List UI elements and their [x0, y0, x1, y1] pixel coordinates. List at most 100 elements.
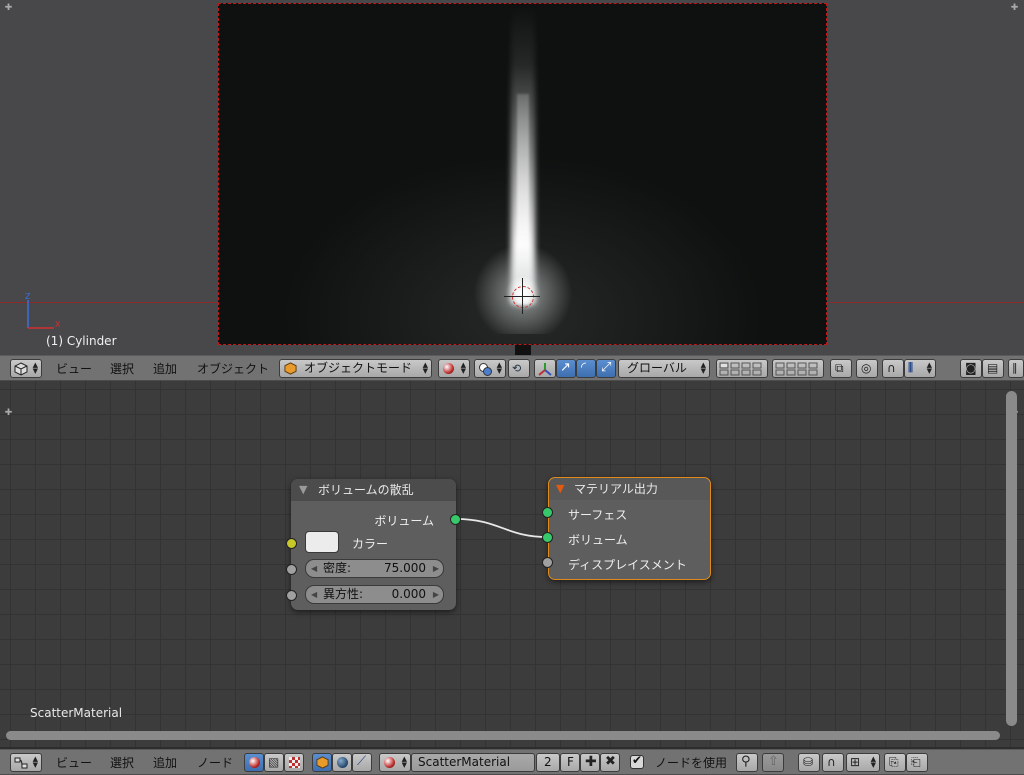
- updown-icon: ▲ ▼: [700, 361, 706, 375]
- pin-button[interactable]: ⚲: [736, 753, 758, 772]
- density-value: 75.000: [384, 561, 426, 575]
- object-cube-icon: [316, 756, 329, 769]
- lock-camera-layers-button[interactable]: ⧉: [830, 359, 852, 378]
- input-socket-color[interactable]: [286, 538, 297, 549]
- menu-select[interactable]: 選択: [110, 360, 134, 377]
- node-header[interactable]: ▼ マテリアル出力: [549, 478, 710, 500]
- mode-select[interactable]: オブジェクトモード ▲ ▼: [279, 359, 432, 378]
- editor-type-button[interactable]: ▲ ▼: [10, 753, 42, 772]
- material-output-node[interactable]: ▼ マテリアル出力 サーフェス ボリューム ディスプレイスメント: [548, 477, 711, 580]
- shading-select[interactable]: ▲ ▼: [438, 359, 470, 378]
- input-socket-volume[interactable]: [542, 532, 553, 543]
- orientation-label: グローバル: [627, 361, 687, 375]
- camera-icon: ◙: [965, 361, 977, 375]
- copy-icon: ⎘: [889, 755, 899, 769]
- arrow-right-icon[interactable]: ▶: [433, 560, 439, 577]
- use-nodes-checkbox[interactable]: ✔: [630, 753, 644, 769]
- density-label: 密度:: [323, 561, 352, 575]
- density-field[interactable]: ◀ 密度: 75.000 ▶: [305, 559, 444, 578]
- menu-add[interactable]: 追加: [153, 360, 177, 377]
- texture-nodes-button[interactable]: [284, 753, 304, 772]
- scale-button[interactable]: ⤢: [596, 359, 616, 378]
- output-socket-volume[interactable]: [450, 514, 461, 525]
- manipulator-toggle[interactable]: ⟲: [508, 359, 530, 378]
- 3d-viewport[interactable]: ✚ ✚ Z X (1) Cylinder: [0, 0, 1024, 355]
- backdrop-button[interactable]: ⛁: [798, 753, 820, 772]
- axis-gizmo-icon: Z X: [25, 292, 61, 329]
- manipulator-icon: ⟲: [512, 362, 522, 375]
- vertical-scrollbar[interactable]: [1006, 391, 1017, 726]
- snap-element-select[interactable]: ⫼ ▲ ▼: [904, 359, 936, 378]
- compositing-nodes-button[interactable]: ▧: [264, 753, 284, 772]
- material-users-button[interactable]: 2: [536, 753, 560, 772]
- material-name-field[interactable]: ScatterMaterial: [411, 753, 535, 772]
- translate-button[interactable]: ↗: [556, 359, 576, 378]
- updown-icon: ▲ ▼: [401, 755, 407, 769]
- rotate-button[interactable]: ◜: [576, 359, 596, 378]
- checkmark-icon: ✔: [632, 753, 643, 767]
- linestyle-shader-button[interactable]: ⟋: [352, 753, 372, 772]
- node-editor[interactable]: ✚ ✚ ▼ ボリュームの散乱 ボリューム カラー ◀ 密度: 75.000 ▶ …: [0, 381, 1024, 747]
- updown-icon: ▲ ▼: [460, 361, 466, 375]
- snap-element-select[interactable]: ⊞ ▲ ▼: [846, 753, 880, 772]
- node-tree-icon: [14, 757, 28, 769]
- opengl-anim-button[interactable]: ▤: [982, 359, 1004, 378]
- input-socket-displacement[interactable]: [542, 557, 553, 568]
- snap-toggle[interactable]: ∩: [822, 753, 844, 772]
- menu-view[interactable]: ビュー: [56, 360, 92, 377]
- transform-translate-button[interactable]: [534, 359, 556, 378]
- layers-block-2[interactable]: [772, 359, 824, 378]
- collapse-icon[interactable]: ▼: [556, 478, 564, 500]
- node-header[interactable]: ▼ ボリュームの散乱: [291, 479, 456, 501]
- arrow-right-icon[interactable]: ▶: [433, 586, 439, 603]
- backdrop-icon: ⛁: [803, 755, 814, 769]
- rotate-icon: ◜: [581, 360, 587, 375]
- new-material-button[interactable]: ✚: [580, 753, 600, 772]
- snap-toggle[interactable]: ∩: [882, 359, 904, 378]
- shader-nodes-button[interactable]: [244, 753, 264, 772]
- input-socket-density[interactable]: [286, 564, 297, 575]
- header-overflow-button[interactable]: ‖: [1008, 359, 1024, 378]
- orientation-select[interactable]: グローバル ▲ ▼: [618, 359, 710, 378]
- object-shader-button[interactable]: [312, 753, 332, 772]
- proportional-icon: ◎: [861, 361, 872, 375]
- collapse-icon[interactable]: ▼: [299, 479, 307, 501]
- volume-scatter-node[interactable]: ▼ ボリュームの散乱 ボリューム カラー ◀ 密度: 75.000 ▶ ◀ 異方…: [291, 479, 456, 610]
- material-browse-button[interactable]: ▲ ▼: [379, 753, 411, 772]
- opengl-render-button[interactable]: ◙: [960, 359, 982, 378]
- material-sphere-icon: [384, 757, 395, 768]
- close-icon: ✖: [605, 754, 616, 769]
- go-parent-button[interactable]: ⇧: [762, 753, 784, 772]
- copy-nodes-button[interactable]: ⎘: [884, 753, 906, 772]
- pivot-select[interactable]: ▲ ▼: [474, 359, 506, 378]
- updown-icon: ▲ ▼: [496, 361, 502, 375]
- input-socket-anisotropy[interactable]: [286, 590, 297, 601]
- menu-add[interactable]: 追加: [153, 754, 177, 771]
- snap-grid-icon: ⊞: [850, 755, 861, 769]
- area-corner-icon[interactable]: ✚: [4, 4, 13, 13]
- compositing-icon: ▧: [268, 755, 280, 769]
- arrow-left-icon[interactable]: ◀: [311, 560, 317, 577]
- color-swatch[interactable]: [305, 531, 339, 553]
- menu-object[interactable]: オブジェクト: [197, 360, 269, 377]
- area-corner-icon[interactable]: ✚: [1010, 4, 1019, 13]
- arrow-left-icon[interactable]: ◀: [311, 586, 317, 603]
- menu-view[interactable]: ビュー: [56, 754, 92, 771]
- paste-icon: ⎗: [911, 755, 921, 769]
- fake-user-button[interactable]: F: [560, 753, 580, 772]
- input-socket-surface[interactable]: [542, 507, 553, 518]
- world-shader-button[interactable]: [332, 753, 352, 772]
- paste-nodes-button[interactable]: ⎗: [906, 753, 928, 772]
- updown-icon: ▲ ▼: [870, 755, 876, 769]
- 3d-cursor-icon[interactable]: [504, 278, 540, 314]
- unlink-material-button[interactable]: ✖: [600, 753, 620, 772]
- horizontal-scrollbar[interactable]: [6, 731, 1000, 740]
- editor-type-button[interactable]: ▲ ▼: [10, 359, 42, 378]
- menu-node[interactable]: ノード: [197, 754, 233, 771]
- material-name-value: ScatterMaterial: [418, 755, 511, 769]
- brush-icon: ⟋: [357, 754, 367, 769]
- layers-block-1[interactable]: [716, 359, 768, 378]
- menu-select[interactable]: 選択: [110, 754, 134, 771]
- proportional-edit-button[interactable]: ◎: [856, 359, 878, 378]
- anisotropy-field[interactable]: ◀ 異方性: 0.000 ▶: [305, 585, 444, 604]
